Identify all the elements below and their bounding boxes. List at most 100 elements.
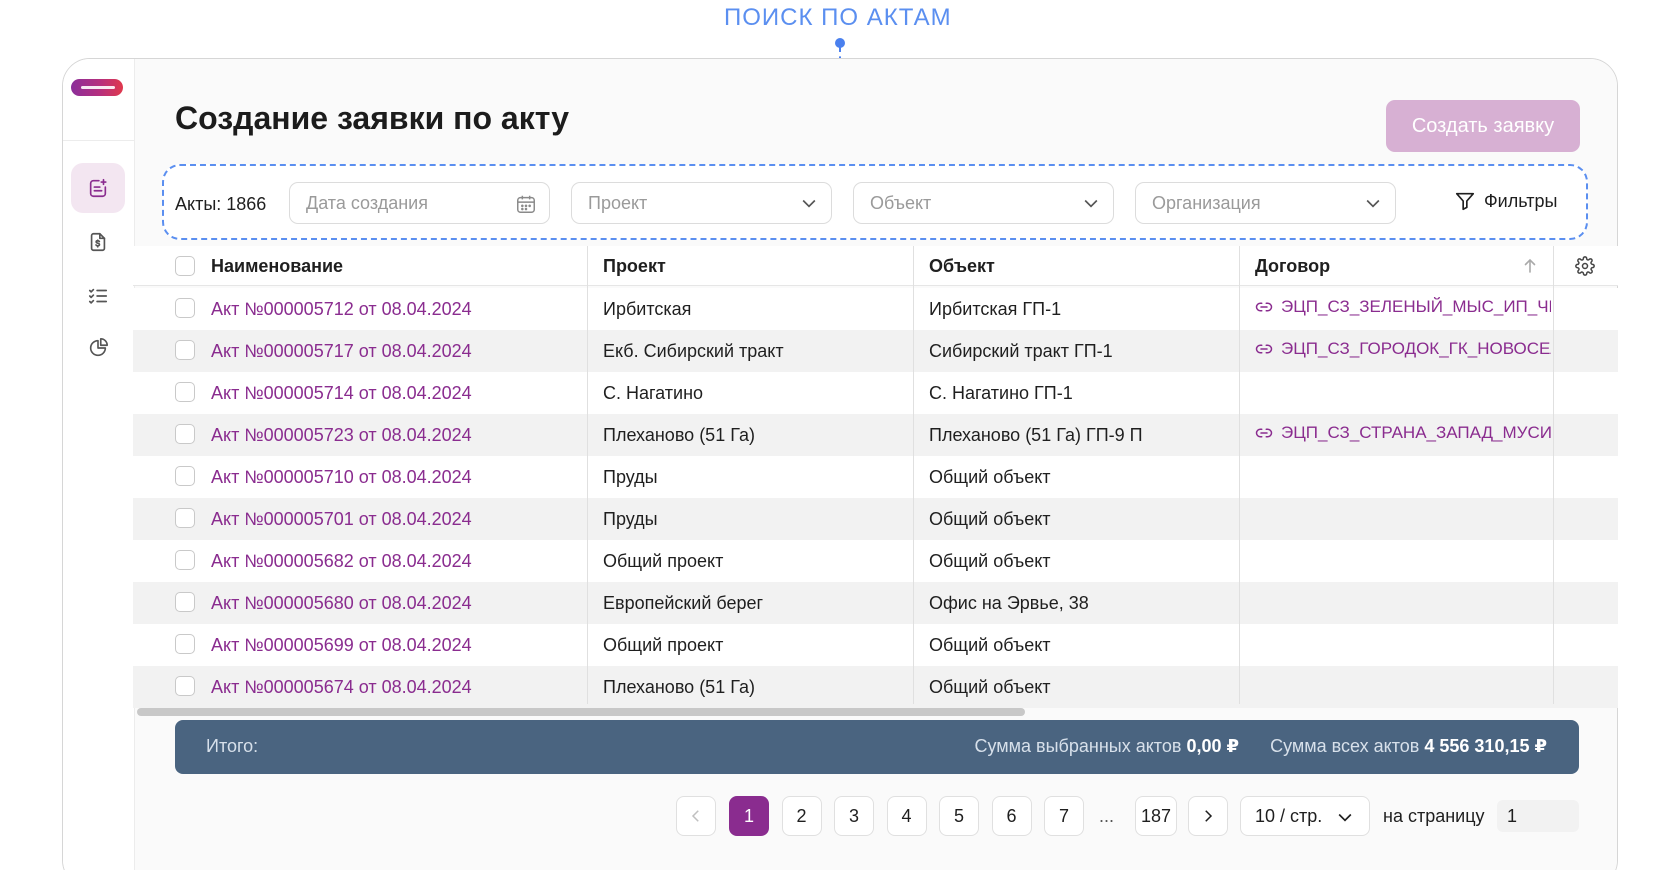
row-checkbox[interactable]: [175, 634, 195, 654]
prev-page-button[interactable]: [676, 796, 716, 836]
link-icon: [1255, 428, 1273, 438]
act-name-link[interactable]: Акт №000005682 от 08.04.2024: [211, 551, 472, 572]
annotation-label: ПОИСК ПО АКТАМ: [724, 4, 952, 31]
table-row[interactable]: Акт №000005714 от 08.04.2024 С. Нагатино С…: [133, 372, 1618, 414]
sidebar: [63, 59, 135, 870]
column-header-object[interactable]: Объект: [929, 256, 995, 277]
act-name-link[interactable]: Акт №000005674 от 08.04.2024: [211, 677, 472, 698]
contract-link[interactable]: ЭЦП_СЗ_ГОРОДОК_ГК_НОВОСЕЛ: [1255, 339, 1680, 359]
selected-sum: Сумма выбранных актов 0,00 ₽: [975, 736, 1240, 757]
acts-count: Акты: 1866: [175, 194, 267, 214]
object-select[interactable]: Объект: [853, 182, 1114, 224]
row-checkbox[interactable]: [175, 340, 195, 360]
sidebar-item-analytics[interactable]: [71, 323, 125, 373]
contract-text: ЭЦП_СЗ_ЗЕЛЕНЫЙ_МЫС_ИП_ЧЕ: [1281, 297, 1551, 316]
column-header-name[interactable]: Наименование: [211, 256, 343, 277]
column-header-project[interactable]: Проект: [603, 256, 666, 277]
row-checkbox[interactable]: [175, 508, 195, 528]
page-button[interactable]: 7: [1044, 796, 1084, 836]
table-row[interactable]: Акт №000005699 от 08.04.2024 Общий проект…: [133, 624, 1618, 666]
selected-sum-label: Сумма выбранных актов: [974, 736, 1182, 756]
chevron-down-icon: [1366, 199, 1380, 208]
row-checkbox[interactable]: [175, 676, 195, 696]
act-name-link[interactable]: Акт №000005714 от 08.04.2024: [211, 383, 472, 404]
column-header-contract[interactable]: Договор: [1255, 256, 1330, 277]
row-checkbox[interactable]: [175, 550, 195, 570]
page-button[interactable]: 4: [886, 796, 927, 836]
page-button[interactable]: 3: [834, 796, 874, 836]
act-name-link[interactable]: Акт №000005723 от 08.04.2024: [211, 425, 472, 446]
table-row[interactable]: Акт №000005680 от 08.04.2024 Европейский …: [133, 582, 1618, 624]
chevron-down-icon: [802, 199, 816, 208]
contract-link[interactable]: ЭЦП_СЗ_СТРАНА_ЗАПАД_МУСИ: [1255, 423, 1680, 443]
row-checkbox[interactable]: [175, 592, 195, 612]
organization-placeholder: Организация: [1152, 192, 1261, 213]
act-name-link[interactable]: Акт №000005710 от 08.04.2024: [211, 467, 472, 488]
column-separator: [913, 246, 914, 704]
logo-area: [63, 59, 134, 141]
page-button[interactable]: 6: [991, 796, 1032, 836]
act-name-link[interactable]: Акт №000005680 от 08.04.2024: [211, 593, 472, 614]
object-cell: Плеханово (51 Га) ГП-9 П: [929, 425, 1143, 445]
page-button[interactable]: 5: [939, 796, 979, 836]
table-row[interactable]: Акт №000005712 от 08.04.2024 Ирбитская Ирб…: [133, 288, 1618, 330]
date-created-field[interactable]: Дата создания: [289, 182, 550, 224]
column-separator: [1553, 246, 1554, 704]
row-checkbox[interactable]: [175, 424, 195, 444]
calendar-icon[interactable]: [515, 193, 537, 215]
goto-page-input[interactable]: [1497, 800, 1579, 832]
act-name-link[interactable]: Акт №000005712 от 08.04.2024: [211, 299, 472, 320]
sidebar-item-checklist[interactable]: [71, 271, 125, 321]
row-checkbox[interactable]: [175, 466, 195, 486]
link-icon: [1255, 302, 1273, 312]
object-cell: С. Нагатино ГП-1: [929, 383, 1073, 403]
select-all-checkbox[interactable]: [175, 256, 195, 276]
table-settings-icon[interactable]: [1575, 256, 1595, 276]
object-cell: Сибирский тракт ГП-1: [929, 341, 1113, 361]
table-row[interactable]: Акт №000005717 от 08.04.2024 Екб. Сибирск…: [133, 330, 1618, 372]
sidebar-item-payments[interactable]: [71, 217, 125, 267]
project-cell: С. Нагатино: [603, 383, 704, 403]
page-title: Создание заявки по акту: [175, 100, 569, 136]
project-cell: Европейский берег: [603, 593, 764, 613]
sidebar-item-new-request[interactable]: [71, 163, 125, 213]
project-cell: Общий проект: [603, 551, 724, 571]
filters-button[interactable]: Фильтры: [1454, 190, 1557, 212]
new-request-icon: [89, 178, 107, 198]
totals-label: Итого:: [206, 736, 259, 756]
contract-text: ЭЦП_СЗ_ГОРОДОК_ГК_НОВОСЕЛ: [1281, 339, 1551, 358]
project-cell: Пруды: [603, 467, 658, 487]
horizontal-scrollbar[interactable]: [137, 708, 1025, 716]
contract-link[interactable]: ЭЦП_СЗ_ЗЕЛЕНЫЙ_МЫС_ИП_ЧЕ: [1255, 297, 1680, 317]
act-name-link[interactable]: Акт №000005699 от 08.04.2024: [211, 635, 472, 656]
row-checkbox[interactable]: [175, 382, 195, 402]
table-row[interactable]: Акт №000005674 от 08.04.2024 Плеханово (5…: [133, 666, 1618, 708]
goto-page-label: на страницу: [1383, 806, 1485, 826]
act-name-link[interactable]: Акт №000005717 от 08.04.2024: [211, 341, 472, 362]
sort-ascending-icon[interactable]: [1523, 258, 1537, 274]
page-button-last[interactable]: 187: [1135, 796, 1177, 836]
brand-logo[interactable]: [71, 79, 123, 96]
table-row[interactable]: Акт №000005710 от 08.04.2024 Пруды Общий о…: [133, 456, 1618, 498]
object-cell: Ирбитская ГП-1: [929, 299, 1062, 319]
table-row[interactable]: Акт №000005682 от 08.04.2024 Общий проект…: [133, 540, 1618, 582]
table-header: Наименование Проект Объект Договор: [133, 246, 1618, 286]
table-row[interactable]: Акт №000005723 от 08.04.2024 Плеханово (5…: [133, 414, 1618, 456]
project-select[interactable]: Проект: [571, 182, 832, 224]
create-request-button[interactable]: Создать заявку: [1386, 100, 1580, 152]
next-page-button[interactable]: [1188, 796, 1228, 836]
page-size-select[interactable]: 10 / стр.: [1240, 796, 1370, 836]
page-button[interactable]: 2: [781, 796, 822, 836]
row-checkbox[interactable]: [175, 298, 195, 318]
object-cell: Общий объект: [929, 551, 1051, 571]
act-name-link[interactable]: Акт №000005701 от 08.04.2024: [211, 509, 472, 530]
chevron-right-icon: [1205, 810, 1213, 822]
organization-select[interactable]: Организация: [1135, 182, 1396, 224]
table-row[interactable]: Акт №000005701 от 08.04.2024 Пруды Общий о…: [133, 498, 1618, 540]
link-icon: [1255, 344, 1273, 354]
object-cell: Офис на Эрвье, 38: [929, 593, 1089, 613]
project-cell: Общий проект: [603, 635, 724, 655]
analytics-pie-icon: [89, 338, 108, 357]
project-cell: Плеханово (51 Га): [603, 677, 755, 697]
page-button[interactable]: 1: [729, 796, 769, 836]
